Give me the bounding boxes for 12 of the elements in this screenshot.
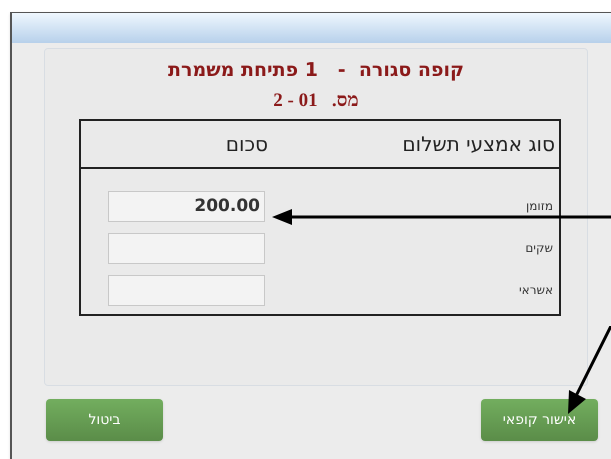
cancel-button[interactable]: ביטול: [46, 399, 163, 441]
column-header: סוג אמצעי תשלום: [401, 130, 555, 158]
amount-field[interactable]: [108, 232, 265, 264]
shift-number: מס. 01 - 2: [273, 88, 359, 112]
payment-type-label: מזומן: [526, 198, 553, 215]
amount-field[interactable]: [108, 274, 265, 306]
shift-title: קופה סגורה - 1 פתיחת משמרת: [168, 59, 464, 83]
confirm-button[interactable]: אישור קופאי: [481, 399, 598, 441]
column-header: סכום: [226, 130, 268, 158]
payment-type-label: אשראי: [518, 282, 553, 299]
payment-type-label: שקים: [525, 240, 553, 257]
amount-field[interactable]: 200.00: [108, 190, 265, 222]
